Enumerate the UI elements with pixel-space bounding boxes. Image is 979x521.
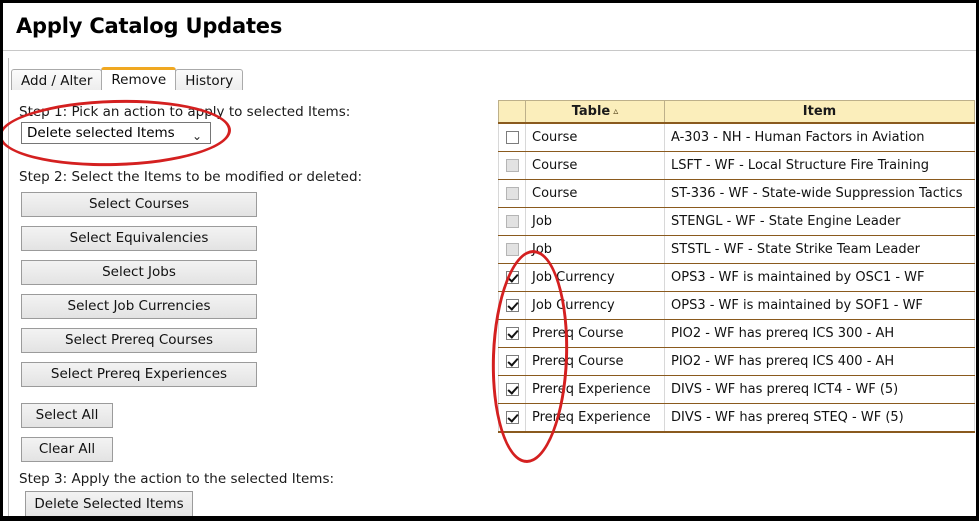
header-item-label: Item: [802, 104, 837, 119]
row-checkbox: [505, 215, 519, 228]
table-row: Job Currency OPS3 - WF is maintained by S…: [498, 291, 975, 320]
row-select-cell: [498, 235, 526, 264]
cell-table: Course: [525, 151, 665, 180]
table-row: Job STSTL - WF - State Strike Team Leader: [498, 235, 975, 264]
row-checkbox: [505, 187, 519, 200]
row-select-cell: [498, 403, 526, 433]
page-title: Apply Catalog Updates: [16, 14, 283, 38]
cell-table: Prereq Experience: [525, 375, 665, 404]
tab-bar: Add / Alter Remove History: [11, 67, 244, 91]
row-select-cell: [498, 207, 526, 236]
cell-item: PIO2 - WF has prereq ICS 400 - AH: [664, 347, 975, 376]
row-checkbox[interactable]: [505, 383, 519, 396]
table-row: Prereq Course PIO2 - WF has prereq ICS 40…: [498, 347, 975, 376]
select-prereq-courses-button[interactable]: Select Prereq Courses: [21, 328, 257, 353]
cell-item: OPS3 - WF is maintained by OSC1 - WF: [664, 263, 975, 292]
step-2-label: Step 2: Select the Items to be modified …: [19, 169, 363, 185]
row-checkbox: [505, 243, 519, 256]
cell-item: PIO2 - WF has prereq ICS 300 - AH: [664, 319, 975, 348]
header-table-label: Table: [571, 104, 611, 119]
row-select-cell: [498, 263, 526, 292]
cell-item: LSFT - WF - Local Structure Fire Trainin…: [664, 151, 975, 180]
table-row: Course ST-336 - WF - State-wide Suppressi…: [498, 179, 975, 208]
select-all-button[interactable]: Select All: [21, 403, 113, 428]
row-checkbox[interactable]: [505, 299, 519, 312]
items-table-head: Table ▵ Item: [498, 100, 975, 124]
cell-item: DIVS - WF has prereq STEQ - WF (5): [664, 403, 975, 433]
table-row: Prereq Experience DIVS - WF has prereq IC…: [498, 375, 975, 404]
table-row: Course A-303 - NH - Human Factors in Avia…: [498, 123, 975, 152]
tab-underline: [11, 90, 971, 91]
table-row: Job STENGL - WF - State Engine Leader: [498, 207, 975, 236]
row-select-cell: [498, 151, 526, 180]
select-equivalencies-button[interactable]: Select Equivalencies: [21, 226, 257, 251]
row-select-cell: [498, 291, 526, 320]
row-checkbox[interactable]: [505, 131, 519, 144]
items-table-header-row: Table ▵ Item: [498, 100, 975, 124]
row-select-cell: [498, 319, 526, 348]
header-table-column[interactable]: Table ▵: [525, 100, 665, 124]
row-checkbox[interactable]: [505, 271, 519, 284]
chevron-down-icon: ⌄: [191, 129, 202, 143]
cell-table: Prereq Course: [525, 319, 665, 348]
select-prereq-experiences-button[interactable]: Select Prereq Experiences: [21, 362, 257, 387]
row-checkbox[interactable]: [505, 411, 519, 424]
header-select-column: [498, 100, 526, 124]
cell-table: Prereq Experience: [525, 403, 665, 433]
row-select-cell: [498, 375, 526, 404]
cell-item: ST-336 - WF - State-wide Suppression Tac…: [664, 179, 975, 208]
select-courses-button[interactable]: Select Courses: [21, 192, 257, 217]
table-row: Prereq Experience DIVS - WF has prereq ST…: [498, 403, 975, 433]
tab-remove[interactable]: Remove: [101, 67, 177, 91]
cell-table: Job Currency: [525, 291, 665, 320]
sort-ascending-icon: ▵: [613, 106, 619, 117]
cell-table: Course: [525, 123, 665, 152]
cell-table: Job Currency: [525, 263, 665, 292]
action-select[interactable]: Delete selected Items ⌄: [21, 122, 211, 144]
cell-table: Prereq Course: [525, 347, 665, 376]
delete-selected-items-button[interactable]: Delete Selected Items: [25, 491, 193, 516]
clear-all-button[interactable]: Clear All: [21, 437, 113, 462]
cell-table: Job: [525, 207, 665, 236]
items-table: Table ▵ Item Course A-303 - NH - Human Fac…: [498, 100, 975, 433]
cell-table: Course: [525, 179, 665, 208]
header-item-column[interactable]: Item: [664, 100, 975, 124]
table-row: Prereq Course PIO2 - WF has prereq ICS 30…: [498, 319, 975, 348]
row-select-cell: [498, 347, 526, 376]
cell-item: A-303 - NH - Human Factors in Aviation: [664, 123, 975, 152]
app-window: Apply Catalog Updates Add / Alter Remove…: [0, 0, 979, 521]
title-bar: Apply Catalog Updates: [3, 3, 976, 48]
cell-item: OPS3 - WF is maintained by SOF1 - WF: [664, 291, 975, 320]
table-row: Job Currency OPS3 - WF is maintained by O…: [498, 263, 975, 292]
step-3-label: Step 3: Apply the action to the selected…: [19, 471, 335, 487]
cell-table: Job: [525, 235, 665, 264]
step-1-label: Step 1: Pick an action to apply to selec…: [19, 104, 351, 120]
tab-history[interactable]: History: [175, 69, 244, 91]
action-select-value: Delete selected Items: [27, 125, 175, 141]
row-checkbox[interactable]: [505, 355, 519, 368]
row-select-cell: [498, 123, 526, 152]
row-select-cell: [498, 179, 526, 208]
table-row: Course LSFT - WF - Local Structure Fire T…: [498, 151, 975, 180]
cell-item: STSTL - WF - State Strike Team Leader: [664, 235, 975, 264]
title-divider: [3, 50, 976, 51]
tab-add-alter[interactable]: Add / Alter: [11, 69, 103, 91]
cell-item: STENGL - WF - State Engine Leader: [664, 207, 975, 236]
select-job-currencies-button[interactable]: Select Job Currencies: [21, 294, 257, 319]
row-checkbox[interactable]: [505, 327, 519, 340]
row-checkbox: [505, 159, 519, 172]
items-table-body: Course A-303 - NH - Human Factors in Avia…: [498, 123, 975, 433]
cell-item: DIVS - WF has prereq ICT4 - WF (5): [664, 375, 975, 404]
select-jobs-button[interactable]: Select Jobs: [21, 260, 257, 285]
